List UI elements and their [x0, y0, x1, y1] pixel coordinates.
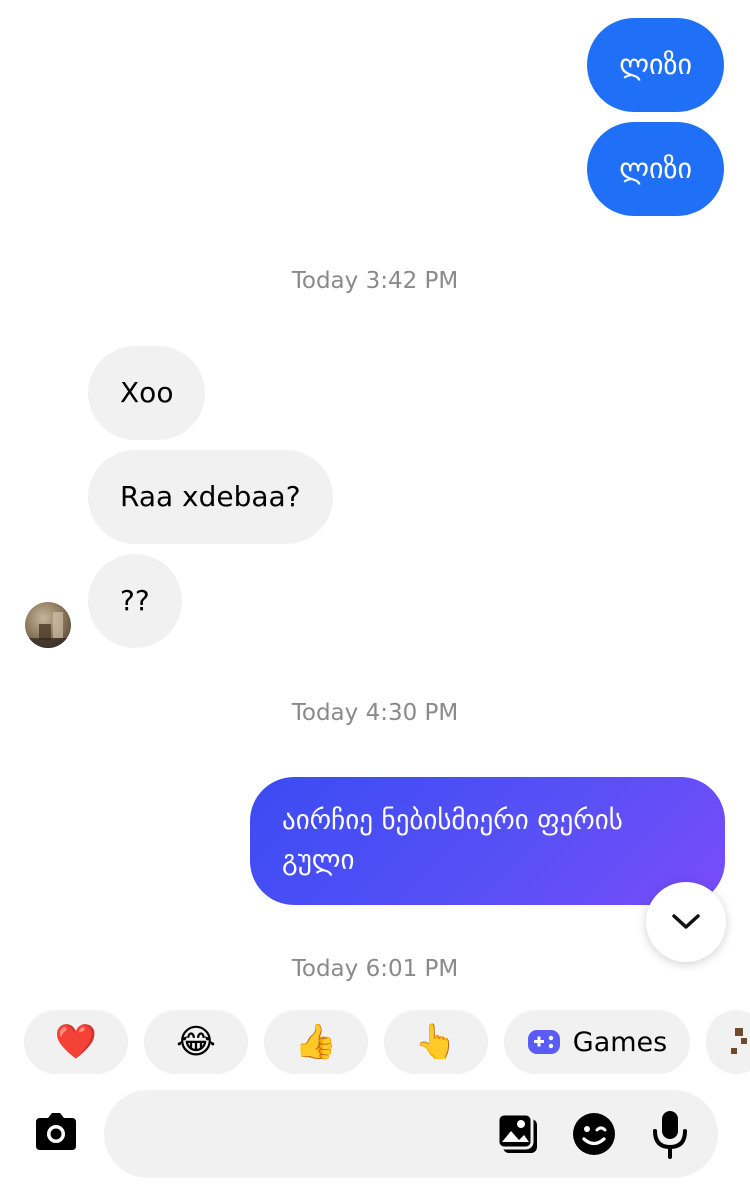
tears-of-joy-emoji-icon: 😂 [176, 1022, 216, 1062]
games-label: Games [572, 1026, 668, 1058]
incoming-message[interactable]: ?? [88, 554, 182, 648]
incoming-message[interactable]: Raa xdebaa? [88, 450, 333, 544]
heart-emoji-icon: ❤️ [54, 1022, 98, 1062]
message-text: აირჩიე ნებისმიერი ფერის გული [282, 805, 623, 876]
timestamp: Today 3:42 PM [291, 268, 459, 294]
message-text: ლიზი [619, 48, 692, 81]
gallery-button[interactable] [494, 1110, 542, 1158]
sticker-button[interactable] [570, 1110, 618, 1158]
camera-button[interactable] [32, 1110, 80, 1154]
quick-reaction-thumbs-up[interactable]: 👍 [264, 1010, 368, 1074]
sticker-icon [573, 1113, 615, 1155]
microphone-icon [653, 1111, 687, 1159]
pointing-up-emoji-icon: 👆 [414, 1022, 458, 1062]
message-text: Raa xdebaa? [120, 480, 301, 513]
message-text: Xoo [120, 376, 174, 409]
outgoing-message[interactable]: აირჩიე ნებისმიერი ფერის გული [250, 777, 725, 905]
outgoing-message[interactable]: ლიზი [587, 18, 724, 112]
timestamp: Today 4:30 PM [291, 700, 459, 726]
microphone-button[interactable] [648, 1108, 692, 1160]
message-input[interactable] [104, 1090, 718, 1178]
sticker-preview-icon [731, 1028, 747, 1054]
gamepad-icon [527, 1030, 560, 1054]
more-chip[interactable] [706, 1010, 750, 1074]
quick-reaction-laugh[interactable]: 😂 [144, 1010, 248, 1074]
outgoing-message[interactable]: ლიზი [587, 122, 724, 216]
timestamp: Today 6:01 PM [291, 956, 459, 982]
thumbs-up-emoji-icon: 👍 [294, 1022, 338, 1062]
avatar[interactable] [25, 602, 71, 648]
quick-reaction-pointing[interactable]: 👆 [384, 1010, 488, 1074]
gallery-icon [496, 1112, 537, 1153]
games-button[interactable]: Games [504, 1010, 690, 1074]
message-text: ლიზი [619, 152, 692, 185]
camera-icon [36, 1113, 76, 1150]
message-text: ?? [120, 584, 150, 617]
chevron-down-icon [672, 914, 700, 929]
incoming-message[interactable]: Xoo [88, 346, 206, 440]
scroll-to-bottom-button[interactable] [646, 882, 726, 962]
quick-reaction-heart[interactable]: ❤️ [24, 1010, 128, 1074]
